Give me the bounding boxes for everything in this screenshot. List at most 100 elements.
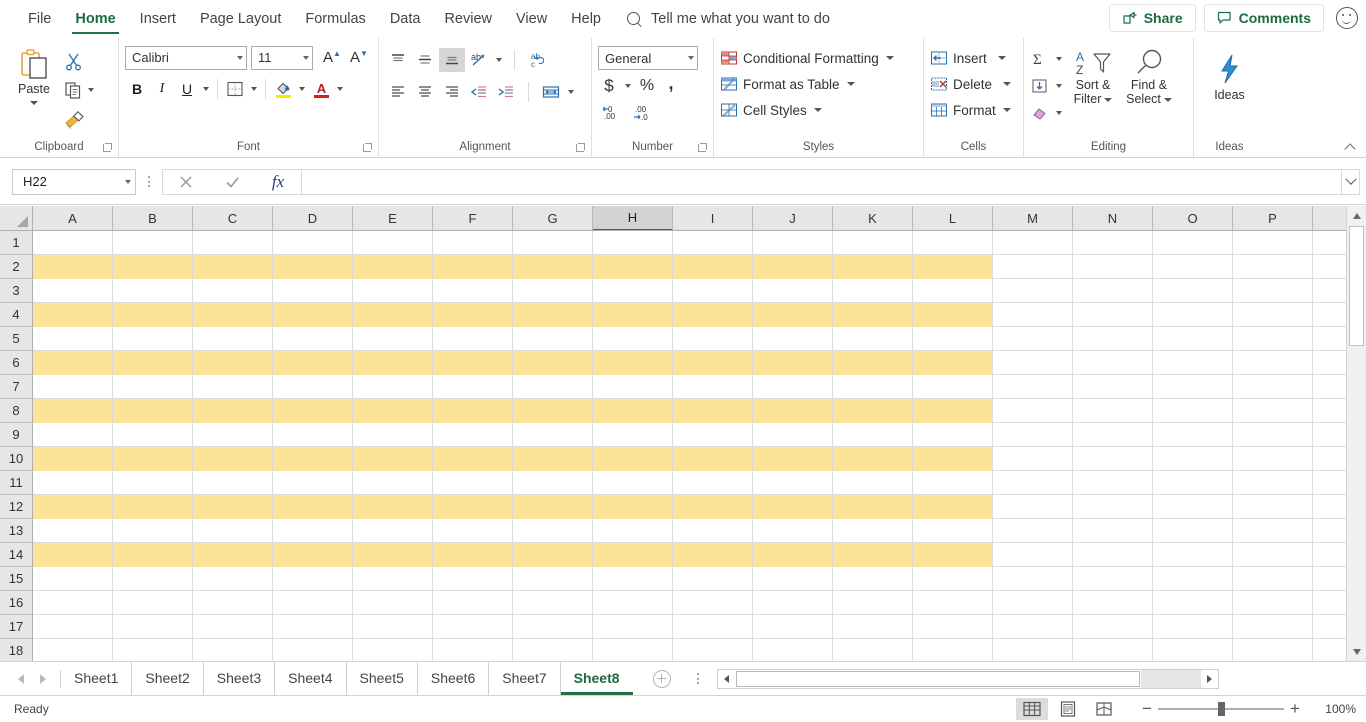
row-header-18[interactable]: 18 bbox=[0, 639, 32, 663]
grid-cell-H15[interactable] bbox=[593, 567, 673, 591]
grid-cell-F4[interactable] bbox=[433, 303, 513, 327]
grid-cell-G3[interactable] bbox=[513, 279, 593, 303]
grid-cell-K3[interactable] bbox=[833, 279, 913, 303]
grid-cell-G18[interactable] bbox=[513, 639, 593, 661]
grid-cell-X1[interactable] bbox=[1313, 231, 1346, 255]
scroll-up-button[interactable] bbox=[1348, 207, 1365, 224]
grid-cell-K12[interactable] bbox=[833, 495, 913, 519]
column-header-B[interactable]: B bbox=[113, 206, 193, 230]
grid-cell-C10[interactable] bbox=[193, 447, 273, 471]
grid-cell-X9[interactable] bbox=[1313, 423, 1346, 447]
grid-cell-L5[interactable] bbox=[913, 327, 993, 351]
grid-cell-G12[interactable] bbox=[513, 495, 593, 519]
row-header-16[interactable]: 16 bbox=[0, 591, 32, 615]
scroll-right-button[interactable] bbox=[1200, 669, 1218, 688]
grid-cell-X18[interactable] bbox=[1313, 639, 1346, 661]
merge-chevron-down-icon[interactable] bbox=[568, 90, 574, 94]
column-header-P[interactable]: P bbox=[1233, 206, 1313, 230]
grid-cell-K9[interactable] bbox=[833, 423, 913, 447]
vertical-scrollbar[interactable] bbox=[1346, 206, 1366, 661]
grid-cell-A2[interactable] bbox=[33, 255, 113, 279]
zoom-in-button[interactable]: + bbox=[1284, 699, 1306, 719]
borders-button[interactable] bbox=[223, 77, 247, 101]
grid-cell-H7[interactable] bbox=[593, 375, 673, 399]
grid-cell-E10[interactable] bbox=[353, 447, 433, 471]
grid-cell-E6[interactable] bbox=[353, 351, 433, 375]
autosum-button[interactable]: Σ bbox=[1030, 47, 1065, 71]
grid-cell-H14[interactable] bbox=[593, 543, 673, 567]
enter-formula-button[interactable] bbox=[209, 170, 255, 194]
grid-cell-N7[interactable] bbox=[1073, 375, 1153, 399]
grid-cell-D10[interactable] bbox=[273, 447, 353, 471]
grid-cell-B3[interactable] bbox=[113, 279, 193, 303]
sort-and-filter-button[interactable]: A Z Sort & Filter bbox=[1065, 44, 1121, 107]
grid-cell-M2[interactable] bbox=[993, 255, 1073, 279]
formula-input[interactable] bbox=[302, 168, 1342, 195]
grid-cell-D14[interactable] bbox=[273, 543, 353, 567]
grid-cell-C9[interactable] bbox=[193, 423, 273, 447]
grid-cell-C13[interactable] bbox=[193, 519, 273, 543]
grid-cell-B16[interactable] bbox=[113, 591, 193, 615]
grid-cell-B6[interactable] bbox=[113, 351, 193, 375]
grid-cell-D15[interactable] bbox=[273, 567, 353, 591]
grid-cell-P10[interactable] bbox=[1233, 447, 1313, 471]
grid-cell-G13[interactable] bbox=[513, 519, 593, 543]
orientation-chevron-down-icon[interactable] bbox=[496, 58, 502, 62]
grid-cell-M3[interactable] bbox=[993, 279, 1073, 303]
clipboard-dialog-launcher[interactable] bbox=[102, 143, 112, 153]
format-painter-button[interactable] bbox=[64, 107, 97, 131]
grid-cell-H11[interactable] bbox=[593, 471, 673, 495]
find-and-select-button[interactable]: Find & Select bbox=[1121, 44, 1177, 107]
grid-cell-E1[interactable] bbox=[353, 231, 433, 255]
grid-cell-J6[interactable] bbox=[753, 351, 833, 375]
bold-button[interactable]: B bbox=[125, 77, 149, 101]
sheet-tab-sheet7[interactable]: Sheet7 bbox=[489, 661, 561, 695]
grid-cell-D8[interactable] bbox=[273, 399, 353, 423]
grid-cell-K16[interactable] bbox=[833, 591, 913, 615]
column-header-partial[interactable] bbox=[1313, 206, 1346, 230]
grid-cell-J13[interactable] bbox=[753, 519, 833, 543]
zoom-out-button[interactable]: − bbox=[1136, 699, 1158, 719]
grid-cell-O7[interactable] bbox=[1153, 375, 1233, 399]
chevron-down-icon[interactable] bbox=[1056, 57, 1062, 61]
zoom-level-label[interactable]: 100% bbox=[1314, 702, 1356, 716]
grid-cell-A3[interactable] bbox=[33, 279, 113, 303]
grid-cell-E17[interactable] bbox=[353, 615, 433, 639]
grid-cell-X14[interactable] bbox=[1313, 543, 1346, 567]
grid-cell-D11[interactable] bbox=[273, 471, 353, 495]
column-header-H[interactable]: H bbox=[593, 206, 673, 230]
grid-cell-E4[interactable] bbox=[353, 303, 433, 327]
align-center-button[interactable] bbox=[412, 80, 438, 104]
grid-cell-I5[interactable] bbox=[673, 327, 753, 351]
italic-button[interactable]: I bbox=[150, 77, 174, 101]
grid-cell-K15[interactable] bbox=[833, 567, 913, 591]
grid-cell-C1[interactable] bbox=[193, 231, 273, 255]
grid-cell-G2[interactable] bbox=[513, 255, 593, 279]
grid-cell-D1[interactable] bbox=[273, 231, 353, 255]
grid-cell-C2[interactable] bbox=[193, 255, 273, 279]
grid-cell-H6[interactable] bbox=[593, 351, 673, 375]
fill-button[interactable] bbox=[1030, 74, 1065, 98]
grid-cell-F13[interactable] bbox=[433, 519, 513, 543]
row-header-15[interactable]: 15 bbox=[0, 567, 32, 591]
grid-cell-N1[interactable] bbox=[1073, 231, 1153, 255]
grid-cell-G6[interactable] bbox=[513, 351, 593, 375]
grid-cell-M16[interactable] bbox=[993, 591, 1073, 615]
column-header-I[interactable]: I bbox=[673, 206, 753, 230]
grid-cell-H13[interactable] bbox=[593, 519, 673, 543]
grid-cell-N3[interactable] bbox=[1073, 279, 1153, 303]
grid-cell-X4[interactable] bbox=[1313, 303, 1346, 327]
scroll-left-button[interactable] bbox=[717, 669, 735, 688]
grid-cell-I6[interactable] bbox=[673, 351, 753, 375]
row-header-11[interactable]: 11 bbox=[0, 471, 32, 495]
grid-cell-J15[interactable] bbox=[753, 567, 833, 591]
grid-cell-N2[interactable] bbox=[1073, 255, 1153, 279]
insert-function-button[interactable]: fx bbox=[255, 170, 301, 194]
grid-cell-N14[interactable] bbox=[1073, 543, 1153, 567]
copy-button[interactable] bbox=[64, 78, 97, 102]
grid-cell-D9[interactable] bbox=[273, 423, 353, 447]
chevron-down-icon[interactable] bbox=[1056, 84, 1062, 88]
grid-cell-A16[interactable] bbox=[33, 591, 113, 615]
grid-cell-M5[interactable] bbox=[993, 327, 1073, 351]
grid-cell-I7[interactable] bbox=[673, 375, 753, 399]
